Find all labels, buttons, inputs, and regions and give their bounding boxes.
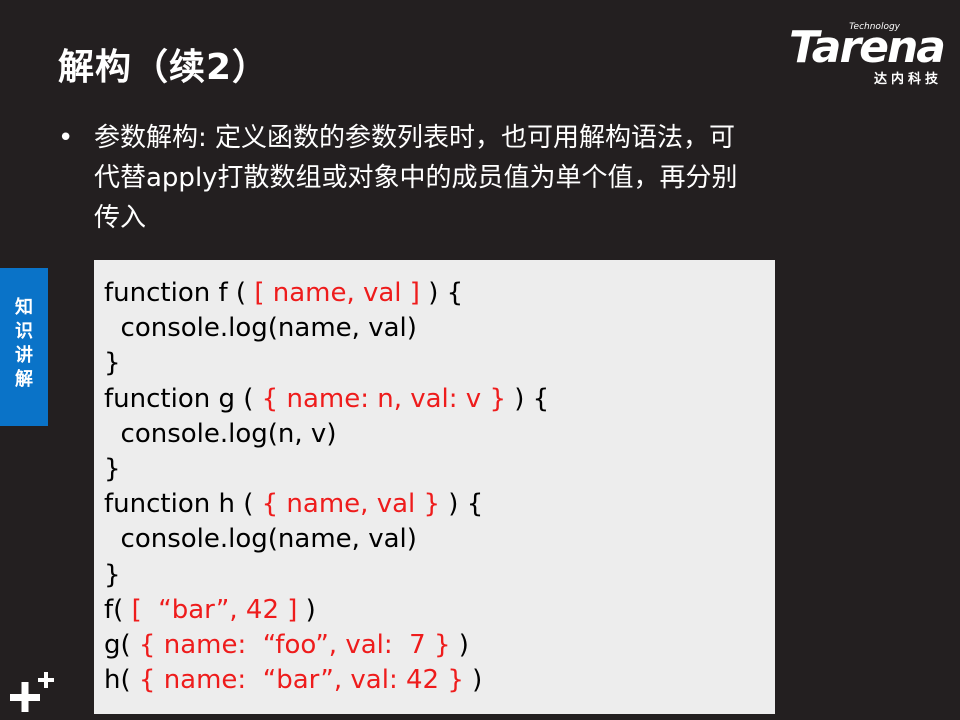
tarena-logo: Technology Tarena 达内科技 [774, 22, 946, 87]
code-highlight: { name: “foo”, val: 7 } [138, 629, 451, 660]
bullet-line: 代替apply打散数组或对象中的成员值为单个值，再分别 [94, 163, 738, 193]
code-text: function f ( [104, 278, 255, 308]
code-text: ) { [440, 489, 484, 520]
code-highlight: { name: n, val: v } [261, 383, 506, 414]
section-tab-char: 解 [15, 369, 33, 390]
code-line: console.log(n, v) [104, 417, 549, 452]
code-line: console.log(name, val) [104, 522, 549, 557]
code-line: console.log(name, val) [104, 311, 549, 346]
plus-plus-icon [10, 672, 54, 712]
logo-chinese: 达内科技 [873, 72, 942, 87]
code-text: ) [297, 594, 316, 625]
logo-wordmark: Tarena [788, 22, 946, 73]
bullet-text: 参数解构: 定义函数的参数列表时，也可用解构语法，可 代替apply打散数组或对… [94, 118, 898, 238]
code-highlight: { name, val } [261, 489, 441, 520]
code-line: g( { name: “foo”, val: 7 } ) [104, 628, 549, 663]
code-text: console.log(name, val) [104, 524, 417, 555]
code-line: h( { name: “bar”, val: 42 } ) [104, 663, 549, 698]
section-tab-label: 知识讲解 [0, 296, 48, 392]
code-text: console.log(n, v) [104, 418, 337, 449]
bullet-icon: • [58, 123, 74, 153]
code-text: function h ( [104, 489, 262, 520]
code-line: function g ( { name: n, val: v } ) { [104, 382, 549, 417]
code-text: console.log(name, val) [104, 313, 417, 344]
code-line: } [104, 452, 549, 487]
code-line: f( [ “bar”, 42 ] ) [104, 593, 549, 628]
code-text: ) { [506, 383, 550, 414]
bullet-point: • 参数解构: 定义函数的参数列表时，也可用解构语法，可 代替apply打散数组… [58, 118, 898, 238]
section-tab-char: 知 [15, 297, 33, 318]
bullet-line: 参数解构: 定义函数的参数列表时，也可用解构语法，可 [94, 123, 736, 153]
code-highlight: { name: “bar”, val: 42 } [138, 665, 464, 696]
code-line: } [104, 558, 549, 593]
code-text: g( [104, 629, 139, 660]
code-line: function h ( { name, val } ) { [104, 487, 549, 522]
page-title: 解构（续2） [58, 47, 270, 88]
section-tab: 知识讲解 [0, 268, 48, 426]
code-text: ) [463, 665, 483, 696]
code-lines: function f ( [ name, val ] ) { console.l… [104, 276, 549, 698]
code-text: } [104, 348, 121, 379]
code-line: function f ( [ name, val ] ) { [104, 276, 549, 311]
code-text: f( [104, 594, 132, 625]
code-text: } [104, 559, 121, 590]
code-text: ) [450, 629, 469, 660]
code-text: function g ( [104, 383, 262, 414]
code-text: } [104, 453, 121, 484]
bullet-line: 传入 [94, 203, 147, 233]
code-block: function f ( [ name, val ] ) { console.l… [94, 260, 775, 714]
section-tab-char: 讲 [15, 345, 33, 366]
code-text: h( [104, 665, 139, 696]
section-tab-char: 识 [15, 321, 33, 342]
code-highlight: [ name, val ] [254, 278, 420, 308]
code-text: ) { [419, 278, 464, 308]
code-line: } [104, 346, 549, 381]
code-highlight: [ “bar”, 42 ] [131, 594, 298, 625]
